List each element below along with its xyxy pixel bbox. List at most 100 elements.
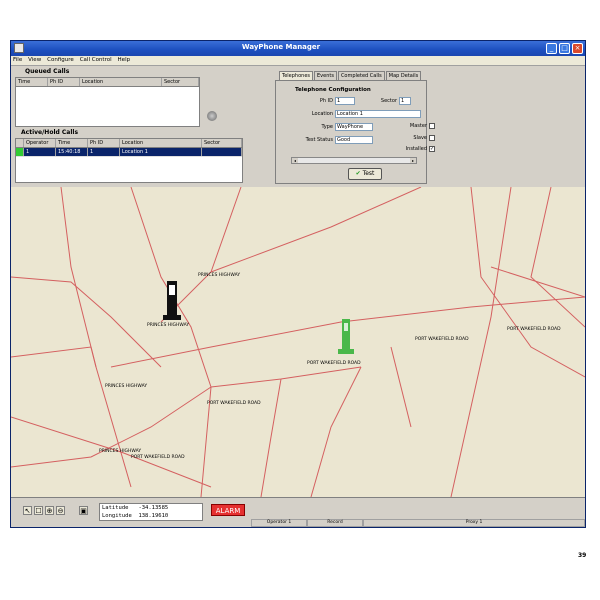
road bbox=[310, 366, 362, 497]
minimize-button[interactable]: _ bbox=[546, 43, 557, 54]
test-button[interactable]: ✔ Test bbox=[348, 168, 382, 180]
zoom-in-icon[interactable]: ⊕ bbox=[45, 506, 54, 515]
ph-id-label: Ph ID bbox=[319, 98, 333, 104]
menu-help[interactable]: Help bbox=[116, 56, 133, 65]
longitude-value: 138.19610 bbox=[138, 513, 169, 519]
road-label: PRINCES HIGHWAY bbox=[105, 384, 148, 389]
status-operator: Operator 1 bbox=[251, 519, 307, 527]
tab-completed-calls[interactable]: Completed Calls bbox=[337, 71, 385, 80]
column-header[interactable]: Sector bbox=[202, 139, 242, 147]
installed-checkbox[interactable]: ✓ bbox=[429, 146, 435, 152]
tab-map-details[interactable]: Map Details bbox=[385, 71, 422, 80]
road-label: PORT WAKEFIELD ROAD bbox=[307, 361, 361, 366]
road bbox=[130, 187, 212, 497]
menu-view[interactable]: View bbox=[26, 56, 43, 65]
location-label: Location bbox=[311, 111, 333, 117]
table-row[interactable]: 1 15:40:18 1 Location 1 bbox=[16, 148, 242, 157]
road-label: PORT WAKEFIELD ROAD bbox=[415, 337, 469, 342]
installed-label: Installed bbox=[405, 146, 427, 152]
queued-calls-title: Queued Calls bbox=[25, 68, 70, 75]
slave-checkbox[interactable] bbox=[429, 135, 435, 141]
column-header bbox=[16, 139, 24, 147]
table-header: Time Ph ID Location Sector bbox=[16, 78, 199, 87]
menu-call-control[interactable]: Call Control bbox=[78, 56, 114, 65]
scroll-right-icon[interactable]: ▸ bbox=[410, 158, 416, 163]
test-button-label: Test bbox=[362, 170, 375, 177]
column-header[interactable]: Time bbox=[16, 78, 48, 86]
close-button[interactable]: × bbox=[572, 43, 583, 54]
menu-bar: File View Configure Call Control Help bbox=[11, 56, 585, 66]
scroll-left-icon[interactable]: ◂ bbox=[292, 158, 298, 163]
coordinate-readout: Latitude -34.13585 Longitude 138.19610 bbox=[99, 503, 203, 521]
map-view[interactable]: PRINCES HIGHWAY PRINCES HIGHWAY PRINCES … bbox=[11, 187, 585, 497]
cell-sector bbox=[202, 148, 242, 156]
table-header: Operator Time Ph ID Location Sector bbox=[16, 139, 242, 148]
road bbox=[470, 187, 585, 378]
latitude-value: -34.13585 bbox=[138, 505, 169, 511]
app-window: WayPhone Manager _ □ × File View Configu… bbox=[10, 40, 586, 528]
tab-events[interactable]: Events bbox=[314, 71, 337, 80]
road bbox=[11, 276, 162, 368]
column-header[interactable]: Location bbox=[80, 78, 162, 86]
zoom-out-icon[interactable]: ⊖ bbox=[56, 506, 65, 515]
sector-label: Sector bbox=[380, 98, 397, 104]
test-status-field[interactable]: Good bbox=[335, 136, 373, 144]
road-label: PRINCES HIGHWAY bbox=[99, 449, 142, 454]
column-header[interactable]: Ph ID bbox=[88, 139, 120, 147]
page-number: 39 bbox=[578, 552, 587, 559]
status-proxy: Proxy 1 bbox=[363, 519, 585, 527]
sector-field[interactable]: 1 bbox=[399, 97, 411, 105]
column-header[interactable]: Sector bbox=[162, 78, 199, 86]
status-bar: ↖ ☐ ⊕ ⊖ ▣ Latitude -34.13585 Longitude 1… bbox=[11, 497, 585, 527]
road-label: PORT WAKEFIELD ROAD bbox=[507, 327, 561, 332]
road-label: PORT WAKEFIELD ROAD bbox=[131, 455, 185, 460]
road-label: PRINCES HIGHWAY bbox=[198, 273, 241, 278]
config-title: Telephone Configuration bbox=[295, 87, 371, 93]
speaker-icon[interactable] bbox=[207, 111, 217, 121]
column-header[interactable]: Time bbox=[56, 139, 88, 147]
road-label: PRINCES HIGHWAY bbox=[147, 323, 190, 328]
queued-calls-table[interactable]: Time Ph ID Location Sector bbox=[15, 77, 200, 127]
phone-marker-idle bbox=[163, 281, 181, 320]
latitude-label: Latitude bbox=[102, 505, 129, 511]
menu-file[interactable]: File bbox=[11, 56, 24, 65]
column-header[interactable]: Location bbox=[120, 139, 202, 147]
road-network bbox=[11, 187, 585, 497]
phone-marker-active bbox=[338, 319, 354, 354]
road bbox=[210, 366, 362, 388]
road bbox=[260, 378, 282, 497]
road bbox=[390, 346, 412, 428]
master-label: Master bbox=[409, 123, 427, 129]
title-bar: WayPhone Manager _ □ × bbox=[11, 41, 585, 56]
check-icon: ✔ bbox=[355, 170, 361, 177]
cell-ph-id: 1 bbox=[88, 148, 120, 156]
active-calls-table[interactable]: Operator Time Ph ID Location Sector 1 15… bbox=[15, 138, 243, 183]
cell-operator: 1 bbox=[24, 148, 56, 156]
pan-icon[interactable]: ☐ bbox=[34, 506, 43, 515]
road-label: PORT WAKEFIELD ROAD bbox=[207, 401, 261, 406]
type-field[interactable]: WayPhone bbox=[335, 123, 373, 131]
column-header[interactable]: Ph ID bbox=[48, 78, 80, 86]
longitude-label: Longitude bbox=[102, 513, 132, 519]
ph-id-field[interactable]: 1 bbox=[335, 97, 355, 105]
slave-label: Slave bbox=[413, 135, 427, 141]
type-label: Type bbox=[321, 124, 333, 130]
tab-telephones[interactable]: Telephones bbox=[279, 71, 313, 80]
horizontal-scrollbar[interactable]: ◂ ▸ bbox=[291, 157, 417, 164]
cell-location: Location 1 bbox=[120, 148, 202, 156]
maximize-button[interactable]: □ bbox=[559, 43, 570, 54]
road bbox=[210, 187, 422, 273]
select-icon[interactable]: ▣ bbox=[79, 506, 88, 515]
road bbox=[490, 266, 585, 298]
test-status-label: Test Status bbox=[305, 137, 333, 143]
column-header[interactable]: Operator bbox=[24, 139, 56, 147]
location-field[interactable]: Location 1 bbox=[335, 110, 421, 118]
status-record: Record bbox=[307, 519, 363, 527]
master-checkbox[interactable] bbox=[429, 123, 435, 129]
pointer-icon[interactable]: ↖ bbox=[23, 506, 32, 515]
menu-configure[interactable]: Configure bbox=[45, 56, 76, 65]
tab-strip: Telephones Events Completed Calls Map De… bbox=[279, 71, 422, 80]
status-indicator bbox=[16, 148, 24, 156]
window-title: WayPhone Manager bbox=[241, 43, 321, 51]
alarm-button[interactable]: ALARM bbox=[211, 504, 245, 516]
